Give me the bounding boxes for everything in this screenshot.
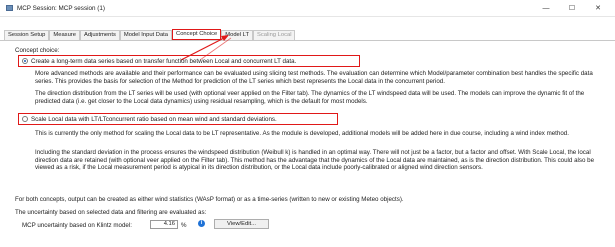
both-concepts-note: For both concepts, output can be created… [15, 196, 404, 203]
option1-description-2: The direction distribution from the LT s… [35, 90, 585, 105]
option1-radio[interactable] [22, 58, 28, 64]
option2-label[interactable]: Scale Local data with LT/LTconcurrent ra… [31, 116, 277, 123]
option2-description-2: Including the standard deviation in the … [35, 149, 595, 172]
option1-label[interactable]: Create a long-term data series based on … [31, 58, 296, 65]
concept-heading: Concept choice: [15, 47, 60, 54]
uncertainty-value-field[interactable]: 4.16 [150, 220, 178, 229]
option2-radio[interactable] [22, 116, 28, 122]
uncertainty-label: MCP uncertainty based on Klintz model: [22, 222, 132, 229]
option1-description-1: More advanced methods are available and … [35, 70, 593, 85]
option2-description-1: This is currently the only method for sc… [35, 130, 569, 137]
uncertainty-unit: % [181, 222, 187, 229]
uncertainty-note: The uncertainty based on selected data a… [15, 209, 207, 216]
view-edit-button[interactable]: View/Edit... [214, 219, 269, 229]
info-icon[interactable]: i [198, 220, 205, 227]
